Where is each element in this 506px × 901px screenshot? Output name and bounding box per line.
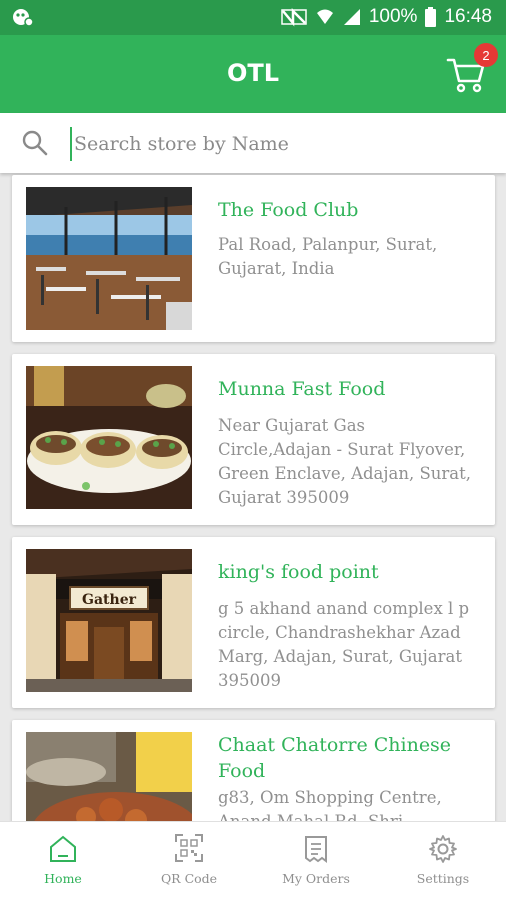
notification-icon — [12, 7, 34, 27]
nav-settings[interactable]: Settings — [380, 822, 506, 901]
nav-my-orders[interactable]: My Orders — [253, 822, 379, 901]
nav-qr-code[interactable]: QR Code — [126, 822, 252, 901]
home-icon — [50, 835, 76, 862]
sign-text: Gather — [82, 592, 137, 608]
store-card[interactable]: The Food Club Pal Road, Palanpur, Surat,… — [12, 175, 495, 342]
cart-button[interactable]: 2 — [446, 43, 498, 97]
gear-icon — [429, 835, 457, 863]
battery-percent: 100% — [368, 6, 418, 27]
store-image: Gather — [26, 549, 192, 692]
store-address: Near Gujarat Gas Circle,Adajan - Surat F… — [218, 416, 471, 507]
status-bar: 100% 16:48 — [0, 0, 506, 35]
store-name: The Food Club — [218, 199, 359, 221]
nav-home-label: Home — [44, 871, 82, 886]
store-card[interactable]: Munna Fast Food Near Gujarat Gas Circle,… — [12, 354, 495, 525]
store-card[interactable]: Chaat Chatorre Chinese Food g83, Om Shop… — [12, 720, 495, 821]
store-address: Pal Road, Palanpur, Surat, Gujarat, Indi… — [218, 235, 438, 278]
nav-home[interactable]: Home — [0, 822, 126, 901]
nav-settings-label: Settings — [416, 871, 470, 886]
store-list: The Food Club Pal Road, Palanpur, Surat,… — [0, 173, 506, 821]
store-image — [26, 366, 192, 509]
cart-count-badge: 2 — [474, 43, 498, 67]
battery-icon — [425, 7, 437, 27]
app-bar: OTL 2 — [0, 35, 506, 113]
qr-code-icon — [175, 834, 203, 862]
nav-my-orders-label: My Orders — [282, 871, 350, 886]
nav-qr-code-label: QR Code — [160, 871, 218, 886]
store-name: Munna Fast Food — [218, 378, 386, 400]
store-name: king's food point — [218, 561, 379, 583]
clock: 16:48 — [444, 6, 492, 27]
store-name: Chaat Chatorre Chinese Food — [218, 734, 452, 782]
nfc-icon — [281, 7, 307, 27]
wifi-icon — [315, 7, 335, 27]
search-input[interactable] — [70, 127, 476, 161]
bottom-navigation: Home QR Code My Orders Settings — [0, 821, 506, 901]
search-bar — [0, 113, 506, 173]
signal-icon — [343, 7, 361, 27]
search-icon — [22, 130, 48, 160]
store-image — [26, 732, 192, 821]
receipt-icon — [305, 836, 327, 863]
store-address: g83, Om Shopping Centre, Anand Mahal Rd,… — [218, 788, 442, 821]
app-title: OTL — [226, 59, 280, 87]
store-address: g 5 akhand anand complex l p circle, Cha… — [218, 599, 470, 690]
store-image — [26, 187, 192, 330]
store-card[interactable]: Gather king's food point g 5 akhand anan… — [12, 537, 495, 708]
